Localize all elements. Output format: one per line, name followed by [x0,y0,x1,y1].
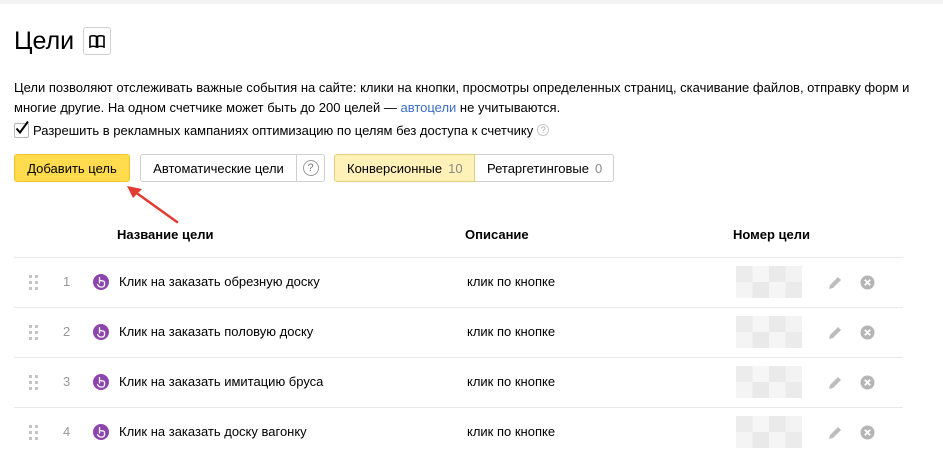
pencil-icon[interactable] [827,425,843,441]
close-circle-icon[interactable] [860,325,875,340]
autogoals-link[interactable]: автоцели [400,100,456,115]
goal-description: клик по кнопке [467,324,556,339]
help-icon: ? [302,160,319,176]
pencil-icon[interactable] [827,275,843,291]
permission-label: Разрешить в рекламных кампаниях оптимиза… [33,122,534,138]
docs-button[interactable] [83,27,112,55]
page-description: Цели позволяют отслеживать важные событи… [14,78,914,118]
goal-name: Клик на заказать половую доску [119,324,314,339]
title-row: Цели [14,26,112,56]
row-number: 1 [63,274,71,289]
goal-id-blurred [736,366,802,398]
permission-row: Разрешить в рекламных кампаниях оптимиза… [14,120,550,139]
tab-count: 10 [448,160,463,176]
table-row: 2 Клик на заказать половую доску клик по… [14,307,903,357]
book-icon [89,34,105,48]
drag-handle-icon[interactable] [29,375,39,391]
row-number: 3 [63,374,71,389]
drag-handle-icon[interactable] [29,275,39,291]
table-row: 4 Клик на заказать доску вагонку клик по… [14,407,903,457]
close-circle-icon[interactable] [860,375,875,390]
goal-id-blurred [736,416,802,448]
red-arrow-annotation [127,186,179,224]
goal-description: клик по кнопке [467,424,556,439]
pencil-icon[interactable] [827,325,843,341]
goal-name: Клик на заказать обрезную доску [119,274,320,289]
goal-id-blurred [736,266,802,298]
auto-goals-button[interactable]: Автоматические цели [140,154,297,182]
auto-goals-help-button[interactable]: ? [297,154,325,182]
column-header-description: Описание [465,227,529,242]
goal-name: Клик на заказать имитацию бруса [119,374,324,389]
goal-id-blurred [736,316,802,348]
add-goal-button[interactable]: Добавить цель [14,154,130,182]
tab-count: 0 [594,160,603,176]
goal-type-tabs: Конверсионные 10 Ретаргетинговые 0 [334,154,614,182]
drag-handle-icon[interactable] [29,425,39,441]
row-number: 4 [63,424,71,439]
table-row: 3 Клик на заказать имитацию бруса клик п… [14,357,903,407]
goal-name: Клик на заказать доску вагонку [119,424,307,439]
permission-checkbox[interactable] [14,120,29,138]
pencil-icon[interactable] [827,375,843,391]
row-number: 2 [63,324,71,339]
column-header-goal-id: Номер цели [733,227,811,242]
tab-label: Конверсионные [347,160,443,176]
description-text-end: не учитываются. [456,100,561,115]
page-title: Цели [14,27,75,55]
click-goal-icon [93,424,109,440]
column-header-name: Название цели [117,227,214,242]
check-icon [15,120,29,134]
help-icon[interactable]: ? [537,124,550,136]
click-goal-icon [93,324,109,340]
tab-label: Ретаргетинговые [487,160,589,176]
goal-description: клик по кнопке [467,374,556,389]
close-circle-icon[interactable] [860,275,875,290]
toolbar: Добавить цель Автоматические цели ? Конв… [14,154,614,182]
click-goal-icon [93,274,109,290]
click-goal-icon [93,374,109,390]
close-circle-icon[interactable] [860,425,875,440]
goal-description: клик по кнопке [467,274,556,289]
top-strip [0,0,943,4]
table-row: 1 Клик на заказать обрезную доску клик п… [14,257,903,307]
drag-handle-icon[interactable] [29,325,39,341]
tab-conversion[interactable]: Конверсионные 10 [334,154,475,182]
tab-retargeting[interactable]: Ретаргетинговые 0 [475,154,614,182]
